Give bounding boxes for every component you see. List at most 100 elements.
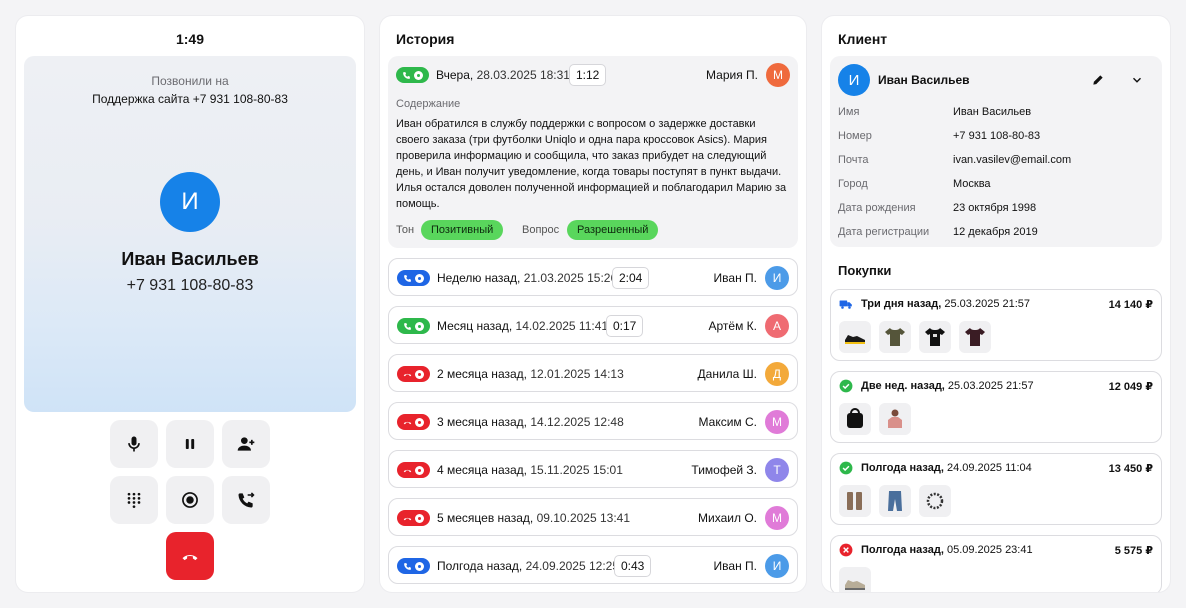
history-item-header[interactable]: Вчера, 28.03.2025 18:31 1:12 Мария П. М [388,56,798,94]
agent-avatar: И [765,266,789,290]
call-history-item[interactable]: 4 месяца назад, 15.11.2025 15:01 Тимофей … [388,450,798,488]
call-duration: 1:12 [569,64,607,86]
history-item-when: Месяц назад, 14.02.2025 11:41 [437,319,608,333]
agent-name: Максим С. [698,415,757,429]
transfer-button[interactable] [222,476,270,524]
client-field-label: Номер [838,130,872,142]
call-summary: Иван обратился в службу поддержки с вопр… [396,118,787,210]
history-item-when: 2 месяца назад, 12.01.2025 14:13 [437,367,624,381]
client-field-label: Имя [838,106,860,118]
missed-call-status [397,462,430,478]
status-dot-icon [414,70,423,80]
phone-icon [403,71,410,79]
dialpad-icon [127,492,141,508]
agent-avatar: И [765,554,789,578]
product-thumbnail[interactable] [959,321,991,353]
called-target: Поддержка сайта +7 931 108-80-83 [92,92,288,106]
call-timer: 1:49 [175,31,205,47]
product-thumbnail[interactable] [839,567,871,592]
purchase-price: 14 140 ₽ [1108,299,1153,311]
purchase-card[interactable]: Полгода назад, 05.09.2025 23:41 5 575 ₽ [830,535,1162,592]
history-item-relative: Полгода назад, [437,559,523,573]
tone-badge: Позитивный [421,220,504,240]
product-thumbnail[interactable] [879,485,911,517]
product-thumbnail[interactable] [919,485,951,517]
product-thumbnail[interactable] [879,321,911,353]
history-item-when: 4 месяца назад, 15.11.2025 15:01 [437,463,623,477]
sneaker-beige-icon [845,580,865,590]
product-thumbnail[interactable] [919,321,951,353]
history-item-when: Неделю назад, 21.03.2025 15:26 [437,271,617,285]
product-thumbnail[interactable] [839,403,871,435]
caller-name: Иван Васильев [121,249,259,269]
content-label: Содержание [396,98,461,110]
call-history-item[interactable]: Месяц назад, 14.02.2025 11:41 0:17 Артём К… [388,306,798,344]
call-history-item[interactable]: 2 месяца назад, 12.01.2025 14:13 Данила Ш… [388,354,798,392]
called-label: Позвонили на [151,74,229,88]
client-field-label: Дата регистрации [838,226,930,238]
product-thumbnail[interactable] [839,485,871,517]
client-field-label: Город [838,178,868,190]
client-avatar: И [838,64,870,96]
tshirt-olive-icon [885,328,905,346]
purchase-datetime: 05.09.2025 23:41 [946,544,1033,556]
check-circle-icon [839,379,853,393]
history-item-datetime: 14.12.2025 12:48 [530,415,624,429]
history-item-relative: 2 месяца назад, [437,367,527,381]
call-history-item[interactable]: 5 месяцев назад, 09.10.2025 13:41 Михаил … [388,498,798,536]
agent-avatar: Д [765,362,789,386]
edit-client-button[interactable] [1088,70,1108,90]
add-participant-button[interactable] [222,420,270,468]
status-dot-icon [415,465,424,475]
hang-up-button[interactable] [166,532,214,580]
client-field-label: Почта [838,154,869,166]
agent-avatar: А [765,314,789,338]
call-history-item[interactable]: Неделю назад, 21.03.2025 15:26 2:04 Иван П… [388,258,798,296]
mute-button[interactable] [110,420,158,468]
client-field-value: ivan.vasilev@email.com [953,154,1072,166]
purchase-card[interactable]: Полгода назад, 24.09.2025 11:04 13 450 ₽ [830,453,1162,525]
hang-up-icon [182,554,198,561]
history-item-datetime: 15.11.2025 15:01 [530,463,623,477]
dialpad-button[interactable] [110,476,158,524]
phone-icon [404,274,411,282]
purchase-datetime: 25.03.2025 21:57 [947,380,1034,392]
client-panel: Клиент И Иван Васильев Имя Иван Васильев Н… [822,16,1170,592]
boots-icon [847,492,862,510]
purchase-price: 12 049 ₽ [1108,381,1153,393]
bracelet-icon [926,492,944,510]
history-item-when: 5 месяцев назад, 09.10.2025 13:41 [437,511,630,525]
purchase-card[interactable]: Три дня назад, 25.03.2025 21:57 14 140 ₽ [830,289,1162,361]
purchase-when: Полгода назад, 05.09.2025 23:41 [861,544,1033,556]
product-thumbnail[interactable] [839,321,871,353]
microphone-icon [128,436,140,452]
tshirt-maroon-icon [965,328,985,346]
agent-avatar: М [765,506,789,530]
call-history-item-expanded[interactable]: Вчера, 28.03.2025 18:31 1:12 Мария П. М … [388,56,798,248]
add-user-icon [237,437,255,451]
missed-call-status [397,366,430,382]
purchase-relative: Полгода назад, [861,462,944,474]
history-item-datetime: 12.01.2025 14:13 [530,367,624,381]
purchase-card[interactable]: Две нед. назад, 25.03.2025 21:57 12 049 ₽ [830,371,1162,443]
collapse-client-button[interactable] [1127,70,1147,90]
purchase-when: Три дня назад, 25.03.2025 21:57 [861,298,1030,310]
phone-hangup-icon [403,421,412,424]
purchase-when: Полгода назад, 24.09.2025 11:04 [861,462,1032,474]
history-item-relative: 4 месяца назад, [437,463,527,477]
history-item-datetime: 21.03.2025 15:26 [523,271,618,285]
transfer-call-icon [238,492,255,508]
phone-hangup-icon [403,469,412,472]
product-thumbnail[interactable] [879,403,911,435]
purchase-relative: Две нед. назад, [861,380,945,392]
hold-button[interactable] [166,420,214,468]
agent-name: Мария П. [706,68,758,82]
delivery-truck-icon [839,297,853,311]
call-history-item[interactable]: 3 месяца назад, 14.12.2025 12:48 Максим С… [388,402,798,440]
client-title: Клиент [838,31,888,47]
record-button[interactable] [166,476,214,524]
person-shirt-icon [888,409,902,428]
status-dot-icon [415,273,424,283]
chevron-down-icon [1133,77,1141,83]
call-history-item[interactable]: Полгода назад, 24.09.2025 12:25 0:43 Иван … [388,546,798,584]
